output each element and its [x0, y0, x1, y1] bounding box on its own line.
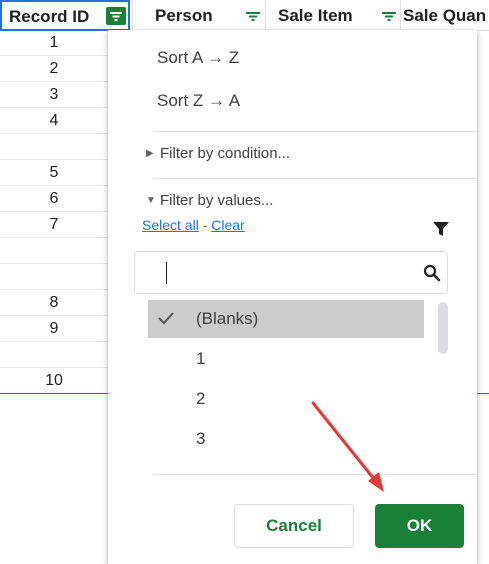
record-cell[interactable]: 1: [0, 30, 108, 56]
search-icon: [423, 264, 441, 282]
record-cell[interactable]: 5: [0, 160, 108, 186]
record-cell[interactable]: 9: [0, 316, 108, 342]
value-option[interactable]: 3: [148, 420, 424, 458]
filter-lines-icon: [246, 12, 260, 21]
record-cell[interactable]: 3: [0, 82, 108, 108]
filter-funnel-icon[interactable]: [432, 221, 450, 242]
filter-lines-icon: [110, 12, 122, 21]
value-option-label: (Blanks): [196, 309, 259, 328]
record-cell[interactable]: 10: [0, 368, 108, 394]
caret-down-icon: ▼: [146, 195, 156, 206]
menu-divider: [154, 474, 477, 475]
sort-descending-item[interactable]: Sort Z → A: [157, 91, 240, 111]
values-list: (Blanks) 1 2 3: [148, 298, 435, 473]
filter-button-person[interactable]: [244, 7, 262, 25]
filter-by-condition-section[interactable]: ▶ Filter by condition...: [146, 145, 290, 162]
values-search-input[interactable]: [145, 260, 399, 288]
ok-button[interactable]: OK: [375, 504, 464, 548]
column-header-label: Record ID: [9, 7, 90, 26]
filter-by-values-section[interactable]: ▼ Filter by values...: [146, 192, 273, 209]
record-cell[interactable]: 7: [0, 212, 108, 238]
caret-right-icon: ▶: [146, 148, 154, 159]
value-option-label: 3: [196, 429, 206, 448]
text-cursor: [166, 262, 167, 284]
column-header-label: Person: [155, 6, 213, 25]
record-cell[interactable]: [0, 342, 108, 368]
header-row: Record ID Person Sale Item Sale Quan: [0, 0, 489, 31]
record-cell[interactable]: [0, 134, 108, 160]
filter-button-sale-item[interactable]: [380, 7, 398, 25]
sort-ascending-item[interactable]: Sort A → Z: [157, 48, 239, 68]
menu-divider: [154, 178, 477, 179]
filter-lines-icon: [382, 12, 396, 21]
checkmark-icon: [158, 312, 174, 325]
filter-by-values-label: Filter by values...: [160, 192, 274, 209]
select-links: Select all - Clear: [142, 217, 245, 233]
record-cell[interactable]: 2: [0, 56, 108, 82]
record-cell-empty[interactable]: [0, 264, 108, 290]
filter-by-condition-label: Filter by condition...: [160, 145, 291, 162]
record-cell[interactable]: 8: [0, 290, 108, 316]
record-cell[interactable]: 4: [0, 108, 108, 134]
value-option[interactable]: 2: [148, 380, 424, 418]
value-option[interactable]: 1: [148, 340, 424, 378]
values-search-box[interactable]: [134, 251, 448, 294]
select-all-link[interactable]: Select all: [142, 217, 199, 233]
column-header-label: Sale Quan: [403, 6, 487, 25]
clear-link[interactable]: Clear: [211, 217, 244, 233]
value-option-label: 1: [196, 349, 206, 368]
column-header-label: Sale Item: [278, 6, 353, 25]
value-option[interactable]: (Blanks): [148, 300, 424, 338]
link-separator: -: [198, 217, 212, 233]
menu-divider: [154, 131, 477, 132]
value-option-label: 2: [196, 389, 206, 408]
filter-dropdown-menu: Sort A → Z Sort Z → A ▶ Filter by conditi…: [108, 30, 477, 564]
record-cell[interactable]: 6: [0, 186, 108, 212]
values-list-scrollbar[interactable]: [438, 302, 448, 354]
cancel-button[interactable]: Cancel: [234, 504, 354, 548]
column-header-sale-quantity[interactable]: Sale Quan: [400, 0, 489, 30]
filter-button-record-id[interactable]: [106, 7, 126, 25]
record-cell[interactable]: [0, 238, 108, 264]
